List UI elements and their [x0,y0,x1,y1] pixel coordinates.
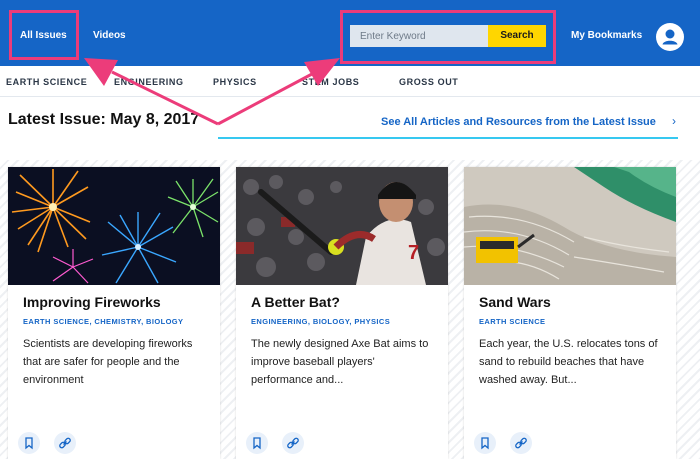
card-tags[interactable]: EARTH SCIENCE, CHEMISTRY, BIOLOGY [23,317,183,326]
card-description: Each year, the U.S. relocates tons of sa… [479,338,658,386]
svg-text:7: 7 [408,242,419,264]
link-icon [287,437,299,449]
avatar[interactable] [656,23,684,51]
bookmark-button[interactable] [18,432,40,454]
copy-link-button[interactable] [282,432,304,454]
topic-nav: EARTH SCIENCE ENGINEERING PHYSICS STEM J… [0,66,700,97]
sand-image[interactable] [464,167,676,285]
copy-link-button[interactable] [510,432,532,454]
card-description: The newly designed Axe Bat aims to impro… [251,338,429,386]
copy-link-button[interactable] [54,432,76,454]
article-card[interactable]: Improving Fireworks EARTH SCIENCE, CHEMI… [8,167,220,459]
bookmark-button[interactable] [474,432,496,454]
link-icon [515,437,527,449]
topic-physics[interactable]: PHYSICS [213,77,257,87]
topic-stem-jobs[interactable]: STEM JOBS [302,77,359,87]
bookmark-button[interactable] [246,432,268,454]
highlight-search [340,10,556,64]
bookmark-icon [253,437,261,450]
article-card[interactable]: 7 A Better Bat? ENGINEERING, BIOLOGY, PH… [236,167,448,459]
page-title: Latest Issue: May 8, 2017 [8,111,200,128]
bookmark-icon [25,437,33,450]
article-card[interactable]: Sand Wars EARTH SCIENCE Each year, the U… [464,167,676,459]
topic-earth-science[interactable]: EARTH SCIENCE [6,77,87,87]
bookmark-icon [481,437,489,450]
title-divider [218,137,678,139]
chevron-right-icon[interactable]: › [672,114,676,128]
topic-gross-out[interactable]: GROSS OUT [399,77,458,87]
fireworks-image[interactable] [8,167,220,285]
link-icon [59,437,71,449]
card-title[interactable]: Improving Fireworks [23,294,161,310]
highlight-all-issues [9,10,79,60]
card-description: Scientists are developing fireworks that… [23,338,193,386]
card-tags[interactable]: ENGINEERING, BIOLOGY, PHYSICS [251,317,390,326]
nav-videos[interactable]: Videos [93,30,126,41]
card-title[interactable]: A Better Bat? [251,294,340,310]
topic-engineering[interactable]: ENGINEERING [114,77,184,87]
card-tags[interactable]: EARTH SCIENCE [479,317,545,326]
my-bookmarks-link[interactable]: My Bookmarks [571,30,642,41]
see-all-link[interactable]: See All Articles and Resources from the … [381,116,656,128]
baseball-image[interactable]: 7 [236,167,448,285]
card-title[interactable]: Sand Wars [479,294,551,310]
user-icon [662,29,678,45]
